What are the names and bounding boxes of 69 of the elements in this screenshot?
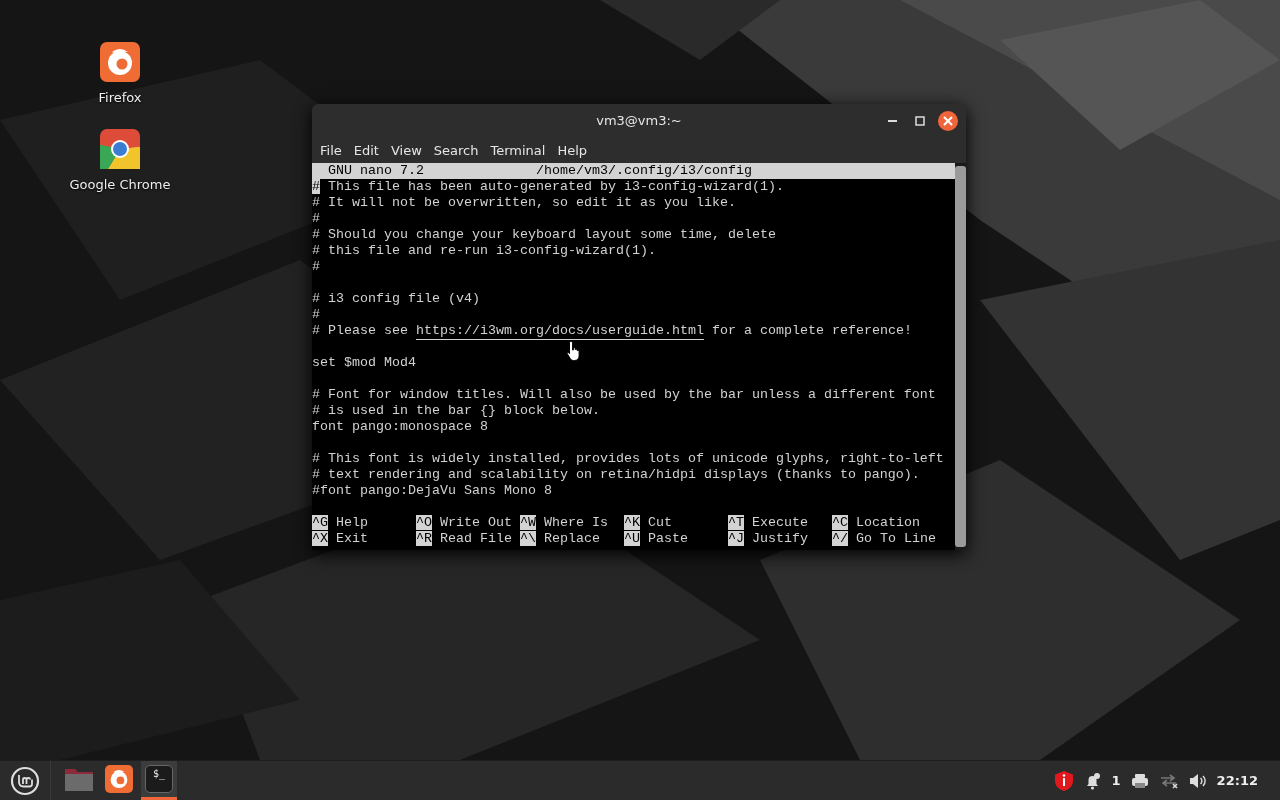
code-line: #font pango:DejaVu Sans Mono 8	[312, 483, 553, 499]
shortcut-label: Location	[856, 515, 920, 530]
shortcut-key: ^C	[832, 515, 848, 530]
shortcut-key: ^/	[832, 531, 848, 546]
menu-item[interactable]: Help	[551, 142, 594, 158]
code-line: # is used in the bar {} block below.	[312, 403, 601, 419]
code-line: # Font for window titles. Will also be used by the bar unless a different font	[312, 387, 937, 403]
printer-icon[interactable]	[1130, 772, 1149, 789]
shield-icon[interactable]	[1053, 769, 1074, 792]
code-line: #	[312, 307, 321, 323]
volume-icon[interactable]	[1188, 772, 1207, 789]
shortcut-key: ^\	[520, 531, 536, 546]
code-line: set $mod Mod4	[312, 355, 417, 371]
code-line: font pango:monospace 8	[312, 419, 489, 435]
shortcut-label: Where Is	[544, 515, 608, 530]
menu-item[interactable]: File	[314, 142, 348, 158]
shortcut-key: ^K	[624, 515, 640, 530]
shortcut-key: ^R	[416, 531, 432, 546]
menu-item[interactable]: Search	[427, 142, 485, 158]
menu-item[interactable]: Terminal	[484, 142, 552, 158]
code-line: # text rendering and scalability on retina/hidpi displays (thanks to pango).	[312, 467, 921, 483]
network-off-icon[interactable]	[1158, 772, 1179, 789]
shortcut-key: ^J	[728, 531, 744, 546]
shortcut-key: ^G	[312, 515, 328, 530]
code-line: # Should you change your keyboard layout some time, delete	[312, 227, 777, 243]
desktop-icon-label[interactable]: Google Chrome	[69, 177, 171, 192]
shortcut-label: Read File	[440, 531, 512, 546]
shortcut-label: Replace	[544, 531, 600, 546]
menu-item[interactable]: Edit	[347, 142, 385, 158]
browser-icon	[100, 42, 140, 82]
desktop-icon-label[interactable]: Firefox	[98, 90, 142, 105]
shortcut-label: Paste	[648, 531, 688, 546]
close-button[interactable]	[938, 111, 958, 131]
maximize-icon	[915, 116, 925, 126]
editor-version: GNU nano 7.2	[327, 163, 425, 179]
shortcut-label: Execute	[752, 515, 808, 530]
code-line: # this file and re-run i3-config-wizard(1).	[312, 243, 657, 259]
code-line: # Please see https://i3wm.org/docs/userguide.html for a complete reference!	[312, 323, 913, 339]
shortcut-label: Exit	[336, 531, 368, 546]
browser-icon	[100, 129, 140, 169]
shortcut-key: ^W	[520, 515, 536, 530]
notification-count: 1	[1111, 773, 1121, 788]
shortcut-label: Go To Line	[856, 531, 936, 546]
shortcut-label: Write Out	[440, 515, 512, 530]
code-line: # i3 config file (v4)	[312, 291, 481, 307]
shortcut-label: Justify	[752, 531, 808, 546]
shortcut-label: Help	[336, 515, 368, 530]
browser-icon	[105, 765, 133, 793]
code-line: # It will not be overwritten, so edit it as you like.	[312, 195, 737, 211]
code-line: #	[312, 259, 321, 275]
window-title: vm3@vm3:~	[596, 113, 682, 128]
file-path: /home/vm3/.config/i3/config	[536, 163, 752, 179]
menu-logo-icon[interactable]	[10, 765, 40, 796]
code-line: #	[312, 211, 321, 227]
scrollbar-thumb[interactable]	[955, 166, 966, 547]
minimize-icon	[887, 120, 897, 122]
shortcut-label: Cut	[648, 515, 672, 530]
code-line: # This font is widely installed, provides lots of unicode glyphs, right-to-left	[312, 451, 945, 467]
shortcut-key: ^X	[312, 531, 328, 546]
link[interactable]: https://i3wm.org/docs/userguide.html	[416, 323, 704, 338]
shortcut-key: ^O	[416, 515, 432, 530]
shortcut-key: ^U	[624, 531, 640, 546]
taskbar-button[interactable]: $_	[141, 761, 177, 800]
shortcut-key: ^T	[728, 515, 744, 530]
clock[interactable]: 22:12	[1216, 773, 1258, 788]
hand-pointer-icon	[566, 340, 582, 362]
terminal-icon: $_	[145, 765, 173, 793]
code-line: # This file has been auto-generated by i3-config-wizard(1).	[312, 179, 785, 195]
menu-item[interactable]: View	[384, 142, 428, 158]
